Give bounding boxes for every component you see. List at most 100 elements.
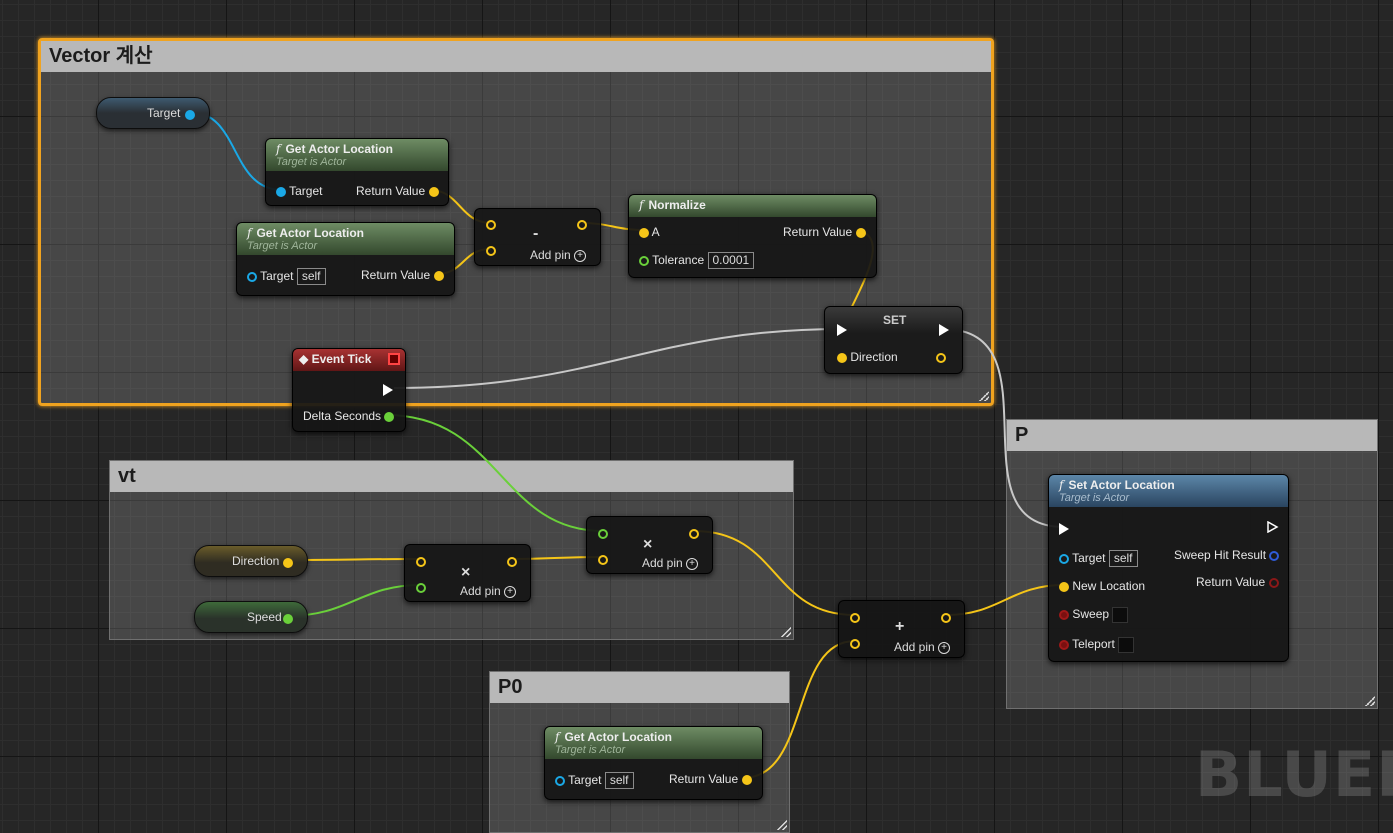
resize-handle-icon[interactable] (781, 627, 791, 637)
object-pin-icon[interactable] (555, 775, 565, 786)
exec-output-pin[interactable] (383, 382, 393, 396)
direction-input-pin[interactable]: Direction (837, 350, 898, 364)
get-actor-location-node-2[interactable]: f Get Actor Location Target is Actor Targ… (236, 222, 455, 296)
teleport-checkbox[interactable] (1118, 637, 1135, 653)
teleport-input-pin[interactable]: Teleport (1059, 637, 1135, 653)
target-input-pin[interactable]: Target self (1059, 550, 1138, 567)
output-pin[interactable] (941, 610, 951, 624)
add-pin-button[interactable]: Add pin + (642, 556, 699, 570)
exec-pin-icon[interactable] (837, 323, 847, 336)
resize-handle-icon[interactable] (1365, 696, 1375, 706)
float-pin-icon[interactable] (416, 582, 426, 593)
target-input-pin[interactable]: Target self (247, 268, 326, 285)
vector-pin-icon[interactable] (850, 638, 860, 649)
node-header[interactable]: f Get Actor Location Target is Actor (237, 223, 454, 255)
target-variable-node[interactable]: Target (96, 97, 210, 129)
vector-pin-icon[interactable] (1059, 581, 1069, 592)
add-node[interactable]: + Add pin + (838, 600, 965, 658)
vector-pin-icon[interactable] (941, 612, 951, 623)
set-actor-location-node[interactable]: f Set Actor Location Target is Actor Targ… (1048, 474, 1289, 662)
exec-pin-icon[interactable] (1059, 522, 1069, 535)
comment-title[interactable]: vt (110, 461, 793, 492)
float-pin-icon[interactable] (598, 528, 608, 539)
output-pin[interactable] (577, 217, 587, 231)
struct-pin-icon[interactable] (1269, 550, 1280, 561)
new-location-input-pin[interactable]: New Location (1059, 579, 1145, 593)
sweep-checkbox[interactable] (1112, 607, 1129, 623)
exec-pin-icon[interactable] (939, 323, 949, 336)
direction-output-pin[interactable] (283, 555, 293, 569)
return-value-pin[interactable]: Return Value (1196, 575, 1279, 589)
exec-pin-icon[interactable] (1267, 520, 1279, 534)
b-input-pin[interactable] (416, 580, 426, 594)
b-input-pin[interactable] (486, 243, 496, 257)
delta-seconds-pin[interactable]: Delta Seconds (303, 409, 395, 423)
exec-output-pin[interactable] (1267, 520, 1279, 536)
return-value-pin[interactable]: Return Value (783, 225, 866, 239)
normalize-node[interactable]: f Normalize A Tolerance 0.0001 Return Val… (628, 194, 877, 278)
vector-pin-icon[interactable] (416, 556, 426, 567)
speed-output-pin[interactable] (283, 611, 293, 625)
vector-pin-icon[interactable] (850, 612, 860, 623)
output-pin[interactable] (507, 554, 517, 568)
object-pin-icon[interactable] (276, 186, 286, 197)
b-input-pin[interactable] (598, 552, 608, 566)
exec-pin-icon[interactable] (383, 383, 393, 396)
a-input-pin[interactable] (486, 217, 496, 231)
add-pin-button[interactable]: Add pin + (530, 248, 587, 262)
direction-output-pin[interactable] (936, 350, 946, 364)
object-pin-icon[interactable] (247, 271, 257, 282)
return-value-pin[interactable]: Return Value (356, 184, 439, 198)
output-pin[interactable] (689, 526, 699, 540)
b-input-pin[interactable] (850, 636, 860, 650)
bool-pin-icon[interactable] (1268, 577, 1279, 588)
vector-pin-icon[interactable] (837, 352, 847, 363)
target-value-field[interactable]: self (1108, 550, 1138, 567)
speed-variable-node[interactable]: Speed (194, 601, 308, 633)
comment-title[interactable]: P0 (490, 672, 789, 703)
vector-pin-icon[interactable] (507, 556, 517, 567)
target-input-pin[interactable]: Target (276, 184, 322, 198)
exec-input-pin[interactable] (837, 322, 847, 336)
exec-input-pin[interactable] (1059, 521, 1069, 535)
vector-pin-icon[interactable] (486, 245, 496, 256)
direction-variable-node[interactable]: Direction (194, 545, 308, 577)
exec-output-pin[interactable] (939, 322, 949, 336)
a-input-pin[interactable]: A (639, 225, 660, 239)
add-pin-button[interactable]: Add pin + (894, 640, 951, 654)
set-direction-node[interactable]: SET Direction (824, 306, 963, 374)
multiply-node-2[interactable]: × Add pin + (586, 516, 713, 574)
return-value-pin[interactable]: Return Value (669, 772, 752, 786)
comment-title[interactable]: P (1007, 420, 1377, 451)
vector-pin-icon[interactable] (598, 554, 608, 565)
event-delegate-icon[interactable] (388, 353, 400, 365)
node-header[interactable]: f Get Actor Location Target is Actor (266, 139, 448, 171)
vector-pin-icon[interactable] (855, 227, 866, 238)
target-value-field[interactable]: self (604, 772, 634, 789)
tolerance-value-field[interactable]: 0.0001 (707, 252, 755, 269)
a-input-pin[interactable] (850, 610, 860, 624)
node-header[interactable]: f Normalize (629, 195, 876, 217)
vector-pin-icon[interactable] (283, 557, 293, 568)
a-input-pin[interactable] (416, 554, 426, 568)
get-actor-location-node-1[interactable]: f Get Actor Location Target is Actor Targ… (265, 138, 449, 206)
vector-pin-icon[interactable] (689, 528, 699, 539)
event-tick-node[interactable]: ◆ Event Tick Delta Seconds (292, 348, 406, 432)
multiply-node-1[interactable]: × Add pin + (404, 544, 531, 602)
float-pin-icon[interactable] (283, 613, 293, 624)
target-input-pin[interactable]: Target self (555, 772, 634, 789)
sweep-hit-result-pin[interactable]: Sweep Hit Result (1174, 548, 1280, 562)
bool-pin-icon[interactable] (1059, 640, 1069, 650)
float-pin-icon[interactable] (639, 255, 649, 266)
comment-title[interactable]: Vector 계산 (41, 41, 991, 72)
bool-pin-icon[interactable] (1059, 610, 1069, 620)
sweep-input-pin[interactable]: Sweep (1059, 607, 1129, 623)
object-pin-icon[interactable] (185, 109, 195, 120)
get-actor-location-node-3[interactable]: f Get Actor Location Target is Actor Targ… (544, 726, 763, 800)
target-value-field[interactable]: self (296, 268, 326, 285)
node-header[interactable]: f Set Actor Location Target is Actor (1049, 475, 1288, 507)
subtract-node[interactable]: - Add pin + (474, 208, 601, 266)
resize-handle-icon[interactable] (979, 391, 989, 401)
float-pin-icon[interactable] (384, 411, 395, 422)
add-pin-button[interactable]: Add pin + (460, 584, 517, 598)
